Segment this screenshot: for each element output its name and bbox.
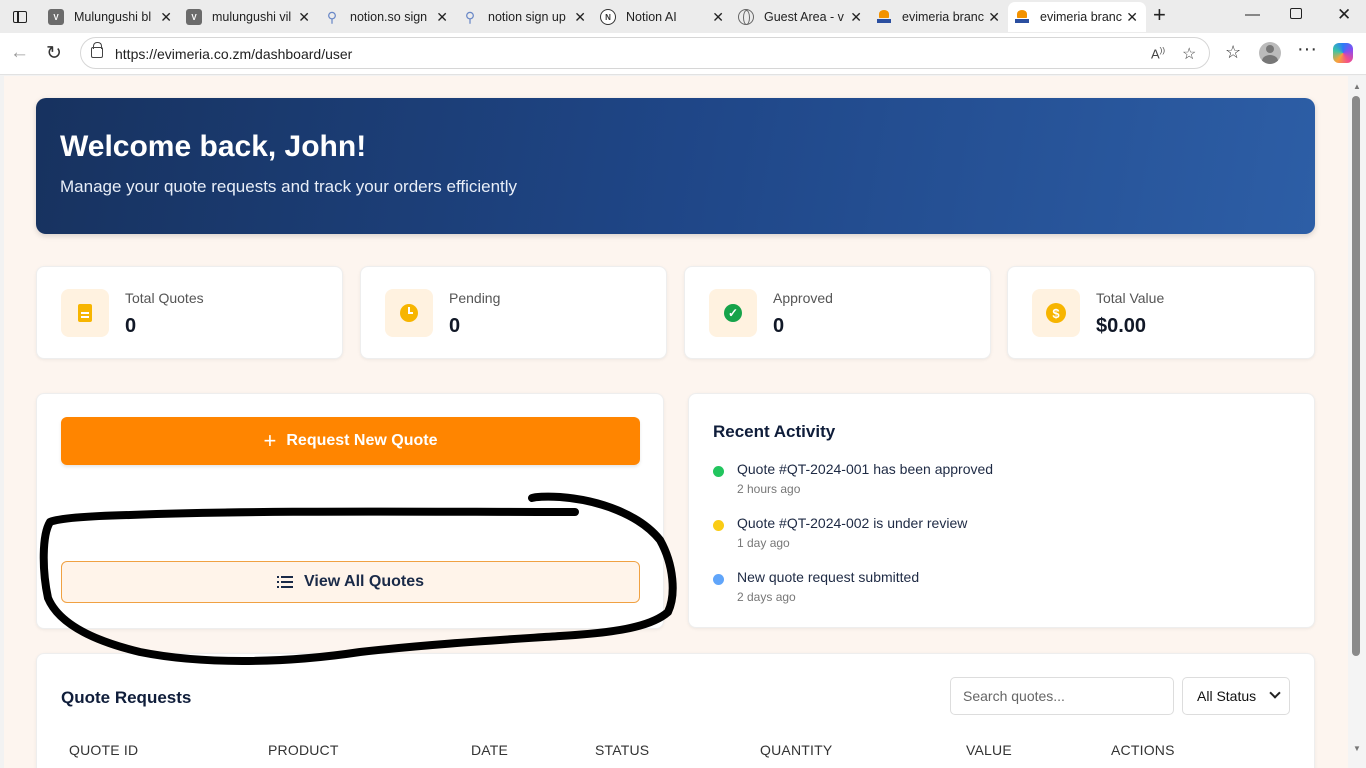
read-aloud-icon[interactable]: A)) [1151, 46, 1165, 61]
document-icon [61, 289, 109, 337]
clock-icon [385, 289, 433, 337]
v-logo-icon: V [48, 9, 64, 25]
stat-value: 0 [773, 315, 785, 337]
browser-toolbar: ← ↻ https://evimeria.co.zm/dashboard/use… [0, 33, 1366, 75]
browser-tab[interactable]: Guest Area - v ✕ [732, 2, 870, 32]
chevron-down-icon [1269, 687, 1281, 699]
status-dot [713, 520, 724, 531]
column-header[interactable]: PRODUCT [268, 742, 339, 758]
more-options-icon[interactable]: ··· [1297, 38, 1317, 61]
search-icon: ⚲ [326, 8, 338, 25]
scroll-down-icon[interactable]: ▼ [1353, 744, 1361, 753]
column-header[interactable]: DATE [471, 742, 508, 758]
browser-tab[interactable]: evimeria branc ✕ [870, 2, 1008, 32]
browser-tab[interactable]: N Notion AI ✕ [594, 2, 732, 32]
quote-requests-card: Quote Requests All Status QUOTE ID PRODU… [36, 653, 1315, 768]
browser-tab-bar: V Mulungushi bl ✕ V mulungushi vil ✕ ⚲ n… [0, 0, 1366, 33]
address-bar[interactable]: https://evimeria.co.zm/dashboard/user A)… [80, 37, 1210, 69]
notion-icon: N [600, 9, 616, 25]
dashboard-page: Welcome back, John! Manage your quote re… [4, 76, 1348, 768]
welcome-title: Welcome back, John! [60, 130, 367, 163]
globe-icon [738, 9, 754, 25]
minimize-icon[interactable]: — [1245, 6, 1260, 23]
close-tab-icon[interactable]: ✕ [850, 9, 862, 26]
copilot-icon[interactable] [1333, 43, 1353, 63]
recent-activity-card: Recent Activity Quote #QT-2024-001 has b… [688, 393, 1315, 628]
column-header[interactable]: VALUE [966, 742, 1012, 758]
close-tab-icon[interactable]: ✕ [988, 9, 1000, 26]
view-all-quotes-button[interactable]: View All Quotes [61, 561, 640, 603]
list-icon [276, 576, 293, 588]
quote-requests-title: Quote Requests [61, 688, 192, 707]
evimeria-logo-icon [1014, 9, 1030, 25]
stat-card-total-quotes: Total Quotes 0 [36, 266, 343, 359]
column-header[interactable]: STATUS [595, 742, 649, 758]
column-header[interactable]: QUANTITY [760, 742, 832, 758]
restore-icon[interactable] [1290, 8, 1302, 19]
welcome-subtitle: Manage your quote requests and track you… [60, 177, 518, 196]
stat-card-pending: Pending 0 [360, 266, 667, 359]
close-tab-icon[interactable]: ✕ [436, 9, 448, 26]
status-filter-select[interactable]: All Status [1182, 677, 1290, 715]
browser-tab[interactable]: ⚲ notion.so sign ✕ [318, 2, 456, 32]
column-header[interactable]: ACTIONS [1111, 742, 1175, 758]
back-icon[interactable]: ← [10, 42, 29, 64]
stat-card-approved: ✓ Approved 0 [684, 266, 991, 359]
recent-activity-title: Recent Activity [713, 422, 836, 441]
request-new-quote-button[interactable]: + Request New Quote [61, 417, 640, 465]
browser-tab[interactable]: V Mulungushi bl ✕ [42, 2, 180, 32]
check-circle-icon: ✓ [709, 289, 757, 337]
stat-value: 0 [125, 315, 137, 337]
scroll-up-icon[interactable]: ▲ [1353, 82, 1361, 91]
stat-value: $0.00 [1096, 315, 1147, 337]
plus-icon: + [263, 428, 277, 453]
stat-card-total-value: $ Total Value $0.00 [1007, 266, 1315, 359]
close-tab-icon[interactable]: ✕ [160, 9, 172, 26]
search-icon: ⚲ [464, 8, 476, 25]
browser-tab[interactable]: ⚲ notion sign up ✕ [456, 2, 594, 32]
new-tab-icon[interactable]: + [1153, 4, 1166, 26]
v-logo-icon: V [186, 9, 202, 25]
dollar-icon: $ [1032, 289, 1080, 337]
quick-actions-card: + Request New Quote View All Quotes [36, 393, 664, 629]
scroll-thumb[interactable] [1352, 96, 1360, 656]
stat-value: 0 [449, 315, 461, 337]
favorite-star-icon[interactable]: ☆ [1182, 44, 1196, 64]
url-text[interactable]: https://evimeria.co.zm/dashboard/user [115, 46, 352, 62]
close-tab-icon[interactable]: ✕ [574, 9, 586, 26]
welcome-banner: Welcome back, John! Manage your quote re… [36, 98, 1315, 234]
browser-tab-active[interactable]: evimeria branc ✕ [1008, 2, 1146, 32]
column-header[interactable]: QUOTE ID [69, 742, 138, 758]
status-dot [713, 466, 724, 477]
evimeria-logo-icon [876, 9, 892, 25]
close-tab-icon[interactable]: ✕ [712, 9, 724, 26]
lock-icon[interactable] [91, 42, 103, 58]
search-quotes-input[interactable] [950, 677, 1174, 715]
refresh-icon[interactable]: ↻ [46, 42, 62, 65]
status-dot [713, 574, 724, 585]
browser-tab[interactable]: V mulungushi vil ✕ [180, 2, 318, 32]
close-tab-icon[interactable]: ✕ [1126, 9, 1138, 26]
favorites-icon[interactable]: ☆ [1225, 42, 1241, 63]
close-tab-icon[interactable]: ✕ [298, 9, 310, 26]
close-window-icon[interactable]: ✕ [1337, 5, 1351, 25]
page-scrollbar[interactable]: ▲ ▼ [1348, 76, 1366, 768]
tab-actions-icon[interactable] [8, 6, 32, 28]
profile-avatar[interactable] [1259, 42, 1281, 64]
